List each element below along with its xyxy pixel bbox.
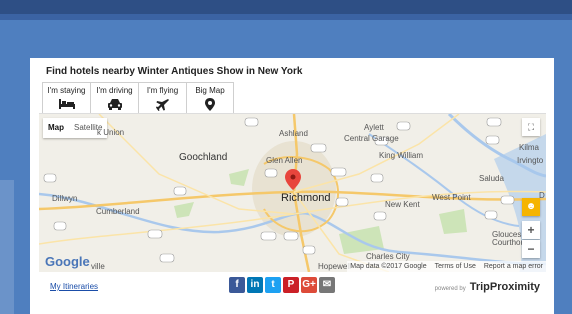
map-label: Courthou bbox=[492, 238, 525, 247]
tab-flying[interactable]: I'm flying bbox=[138, 82, 186, 115]
marker-dot bbox=[290, 174, 296, 180]
page-top-band-strip bbox=[0, 14, 572, 20]
bed-icon bbox=[58, 99, 75, 109]
map-label: New Kent bbox=[385, 200, 420, 209]
page-top-band bbox=[0, 0, 572, 14]
map-label: Irvingto bbox=[517, 156, 544, 165]
map-label: West Point bbox=[432, 193, 471, 202]
email-icon[interactable]: ✉ bbox=[319, 277, 335, 293]
map-label: Aylett bbox=[364, 123, 384, 132]
map-data-attribution: Map data ©2017 Google bbox=[350, 263, 427, 270]
pinterest-icon[interactable]: P bbox=[283, 277, 299, 293]
tab-big-map-label: Big Map bbox=[195, 86, 225, 95]
map-label: Kilma bbox=[519, 143, 540, 152]
park-area bbox=[229, 169, 249, 186]
tab-staying-label: I'm staying bbox=[47, 86, 86, 95]
powered-by-label: powered by bbox=[434, 286, 466, 292]
twitter-icon[interactable]: t bbox=[265, 277, 281, 293]
my-itineraries-link[interactable]: My Itineraries bbox=[50, 282, 98, 291]
terms-of-use-link[interactable]: Terms of Use bbox=[435, 263, 476, 270]
map-label: Goochland bbox=[179, 152, 228, 163]
zoom-in-button[interactable]: + bbox=[522, 221, 540, 239]
facebook-icon[interactable]: f bbox=[229, 277, 245, 293]
map-label: Dillwyn bbox=[52, 194, 78, 203]
map-label: ville bbox=[91, 262, 105, 271]
powered-by: powered by TripProximity bbox=[435, 281, 540, 293]
map-view[interactable]: Map Satellite k Union Ashland Aylett Cen… bbox=[39, 113, 546, 272]
park-area bbox=[339, 226, 384, 254]
tab-flying-label: I'm flying bbox=[146, 86, 179, 95]
report-map-error-link[interactable]: Report a map error bbox=[484, 263, 543, 270]
google-logo: Google bbox=[45, 254, 90, 269]
tab-driving[interactable]: I'm driving bbox=[90, 82, 138, 115]
map-label: Cumberland bbox=[96, 207, 140, 216]
tab-driving-label: I'm driving bbox=[96, 86, 133, 95]
zoom-out-button[interactable]: − bbox=[522, 240, 540, 258]
map-label: King William bbox=[379, 151, 424, 160]
tripproximity-logo[interactable]: TripProximity bbox=[470, 281, 540, 293]
tab-staying[interactable]: I'm staying bbox=[42, 82, 90, 115]
google-plus-icon[interactable]: G+ bbox=[301, 277, 317, 293]
map-label: Central Garage bbox=[344, 134, 399, 143]
fullscreen-icon[interactable]: ⛶ bbox=[522, 118, 540, 136]
map-label: k Union bbox=[97, 128, 125, 137]
map-type-map-button[interactable]: Map bbox=[43, 118, 69, 138]
map-label: Charles City bbox=[366, 252, 410, 261]
map-label: Ashland bbox=[279, 129, 308, 138]
tab-big-map[interactable]: Big Map bbox=[186, 82, 234, 115]
page-left-shade bbox=[0, 180, 14, 314]
map-label: Glen Allen bbox=[266, 156, 303, 165]
street-view-pegman-icon[interactable]: ☻ bbox=[522, 198, 540, 216]
plane-icon bbox=[155, 99, 169, 111]
social-share-bar: f in t P G+ ✉ bbox=[229, 277, 335, 293]
linkedin-icon[interactable]: in bbox=[247, 277, 263, 293]
map-pin-icon bbox=[205, 98, 215, 111]
park-area bbox=[174, 202, 194, 218]
hotel-finder-widget: Find hotels nearby Winter Antiques Show … bbox=[30, 58, 554, 314]
map-label-richmond: Richmond bbox=[281, 192, 331, 204]
widget-footer: My Itineraries f in t P G+ ✉ powered by … bbox=[30, 273, 554, 303]
map-label: Saluda bbox=[479, 174, 504, 183]
mode-tabs: I'm staying I'm driving I'm flying Big M… bbox=[42, 82, 234, 115]
widget-title: Find hotels nearby Winter Antiques Show … bbox=[46, 66, 303, 77]
map-attribution: Map data ©2017 Google Terms of Use Repor… bbox=[347, 261, 546, 272]
map-label: Hopewell bbox=[318, 262, 351, 271]
car-icon bbox=[107, 99, 122, 110]
park-area bbox=[439, 209, 467, 234]
